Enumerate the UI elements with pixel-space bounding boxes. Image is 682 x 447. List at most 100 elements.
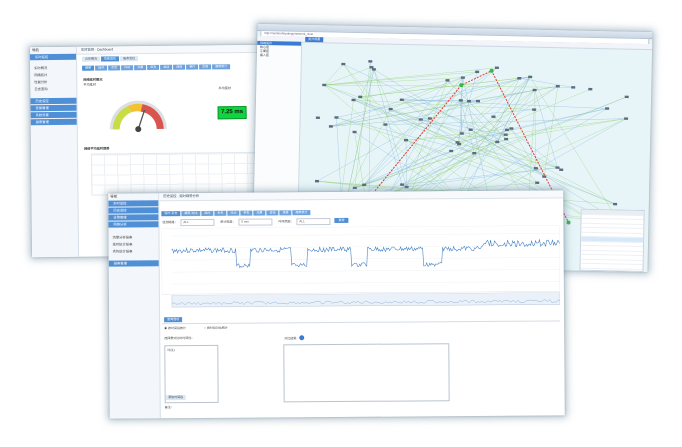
- network-node[interactable]: [352, 130, 357, 134]
- tab-bandwidth[interactable]: 带宽: [147, 64, 160, 71]
- network-node[interactable]: [445, 79, 450, 82]
- network-node[interactable]: [460, 76, 465, 79]
- tab[interactable]: 趋势·对比: [181, 210, 201, 217]
- network-node[interactable]: [504, 128, 509, 132]
- network-node[interactable]: [624, 95, 629, 99]
- network-node[interactable]: [503, 133, 508, 136]
- sidebar-item[interactable]: 告警管理: [108, 214, 159, 221]
- filter-range-select[interactable]: ALL: [296, 218, 331, 226]
- network-node[interactable]: [559, 168, 564, 171]
- network-node[interactable]: [418, 118, 423, 121]
- tree-item[interactable]: 接入层: [257, 53, 301, 58]
- network-node[interactable]: [314, 179, 320, 183]
- sidebar-item-realtime[interactable]: 实时监控: [29, 53, 77, 61]
- network-node[interactable]: [588, 87, 593, 91]
- network-node[interactable]: [475, 99, 481, 103]
- tab-trend[interactable]: 趋势统计: [212, 64, 231, 70]
- sidebar-subitem[interactable]: 丢包统计报表: [109, 248, 159, 254]
- network-node[interactable]: [509, 127, 514, 130]
- network-node[interactable]: [535, 181, 540, 184]
- network-node[interactable]: [532, 108, 537, 111]
- network-node[interactable]: [468, 128, 473, 131]
- sidebar-subitem[interactable]: 性能分析: [30, 79, 76, 85]
- network-node[interactable]: [472, 151, 477, 155]
- network-node[interactable]: [322, 83, 327, 87]
- network-node[interactable]: [400, 183, 405, 186]
- sidebar-item-active[interactable]: 网络分析: [108, 221, 159, 228]
- sidebar-item[interactable]: 报表管理: [108, 260, 159, 267]
- network-node[interactable]: [368, 60, 373, 63]
- tab-overview[interactable]: 总体概况: [82, 56, 101, 62]
- result-textarea[interactable]: [283, 343, 450, 403]
- tab[interactable]: 延时: [201, 210, 214, 216]
- sidebar-item[interactable]: 历史监控: [108, 207, 159, 214]
- tab-session[interactable]: 会话: [160, 64, 173, 70]
- network-node[interactable]: [352, 186, 357, 190]
- network-node[interactable]: [555, 166, 560, 169]
- radio-option[interactable]: ◉ 按时间段统计: [164, 326, 186, 330]
- sidebar-item-settings[interactable]: 系统设置: [30, 111, 77, 119]
- network-node[interactable]: [504, 137, 509, 141]
- navigator-track[interactable]: [171, 292, 561, 308]
- network-node[interactable]: [528, 75, 533, 79]
- network-node[interactable]: [334, 116, 339, 119]
- tab-summary[interactable]: 概要: [82, 65, 95, 71]
- tab-latency[interactable]: 延时: [95, 65, 108, 71]
- network-node[interactable]: [358, 95, 363, 99]
- tab[interactable]: 连接: [279, 210, 292, 216]
- filter-link-select[interactable]: ALL: [180, 218, 215, 227]
- network-node[interactable]: [351, 98, 356, 102]
- range-navigator[interactable]: [162, 292, 561, 308]
- network-node[interactable]: [369, 66, 374, 69]
- sidebar-subitem[interactable]: 网络拓扑: [30, 72, 76, 78]
- add-period-button[interactable]: 添加时间段: [165, 395, 186, 401]
- network-node[interactable]: [427, 117, 432, 120]
- sidebar-item-report[interactable]: 报表管理: [30, 118, 77, 126]
- network-node[interactable]: [399, 98, 404, 102]
- tab[interactable]: 丢包: [214, 210, 227, 216]
- query-button[interactable]: 查询: [334, 217, 349, 224]
- network-node[interactable]: [459, 132, 464, 135]
- network-node[interactable]: [458, 99, 463, 102]
- network-node[interactable]: [328, 125, 333, 128]
- sidebar-subitem[interactable]: 延时统计报表: [109, 241, 159, 247]
- network-node[interactable]: [388, 107, 393, 111]
- network-node[interactable]: [475, 70, 480, 74]
- sidebar-item[interactable]: 实时监控: [108, 200, 159, 207]
- tab-loss[interactable]: 丢包: [108, 65, 121, 71]
- tab-connection[interactable]: 连接: [173, 64, 186, 70]
- sidebar-item-alarm[interactable]: 告警管理: [30, 104, 77, 112]
- network-node[interactable]: [517, 76, 522, 80]
- filter-granularity-select[interactable]: 5 min: [238, 218, 273, 226]
- network-node[interactable]: [571, 86, 576, 89]
- network-node[interactable]: [466, 99, 471, 103]
- tab[interactable]: 流量: [253, 210, 266, 216]
- sidebar-subitem[interactable]: 日志查询: [30, 86, 76, 92]
- info-icon[interactable]: [299, 335, 305, 341]
- tab[interactable]: 趋势统计: [292, 210, 311, 216]
- network-node[interactable]: [315, 116, 320, 119]
- network-node[interactable]: [362, 183, 367, 187]
- radio-option[interactable]: ○ 按时段对比统计: [204, 326, 228, 330]
- tab-jitter[interactable]: 抖动: [121, 65, 134, 71]
- tab-service[interactable]: 服务监控: [120, 56, 139, 62]
- tab[interactable]: 带宽: [240, 210, 253, 216]
- network-node[interactable]: [341, 62, 346, 66]
- list-item[interactable]: 时段1: [165, 346, 217, 354]
- network-node[interactable]: [403, 138, 409, 142]
- network-node[interactable]: [494, 66, 499, 70]
- path-node[interactable]: [566, 220, 571, 225]
- network-node[interactable]: [383, 123, 388, 126]
- network-node[interactable]: [605, 107, 610, 110]
- network-node[interactable]: [449, 149, 454, 153]
- tab[interactable]: 抖动: [227, 210, 240, 216]
- query-options-tab[interactable]: 查询选项: [164, 317, 183, 323]
- table-row[interactable]: [580, 263, 643, 270]
- network-node[interactable]: [533, 167, 538, 170]
- tab-traffic[interactable]: 流量: [134, 65, 147, 71]
- tab[interactable]: 会话: [266, 210, 279, 216]
- network-node[interactable]: [532, 88, 537, 92]
- tab[interactable]: 延时·丢包: [161, 211, 181, 217]
- network-node[interactable]: [624, 117, 629, 120]
- network-node[interactable]: [613, 202, 618, 206]
